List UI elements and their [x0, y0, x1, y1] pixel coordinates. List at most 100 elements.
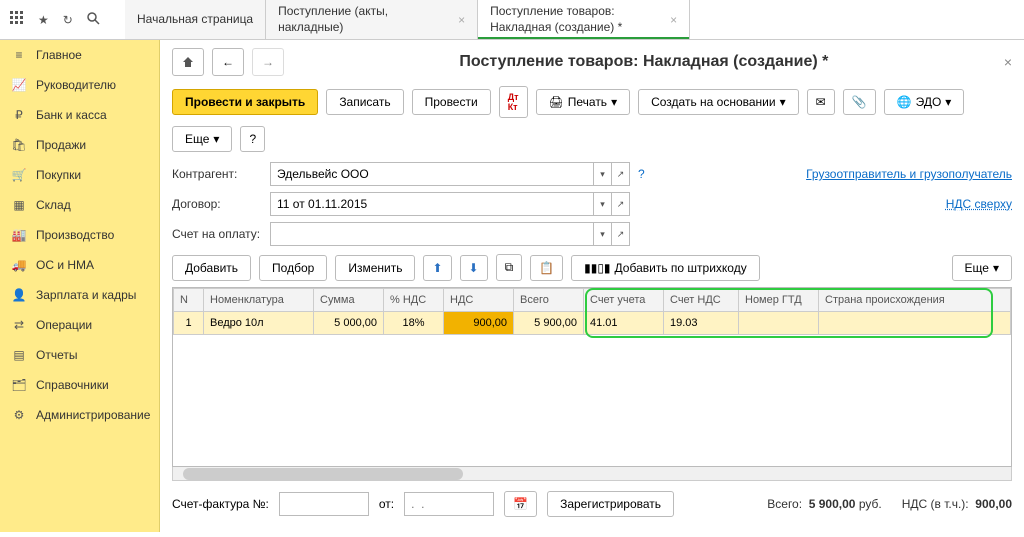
table-more-button[interactable]: Еще▾ [952, 255, 1012, 281]
sidebar-item-payroll[interactable]: 👤Зарплата и кадры [0, 280, 159, 310]
invoice-input[interactable] [271, 227, 593, 241]
col-n[interactable]: N [174, 289, 204, 312]
sidebar-item-production[interactable]: 🏭Производство [0, 220, 159, 250]
vat-value: 900,00 [975, 497, 1012, 511]
dropdown-button[interactable]: ▾ [593, 193, 611, 215]
post-and-close-button[interactable]: Провести и закрыть [172, 89, 318, 115]
tab-label: Поступление (акты, накладные) [278, 4, 448, 35]
pick-button[interactable]: Подбор [259, 255, 327, 281]
help-link[interactable]: ? [638, 167, 645, 181]
person-icon: 👤 [12, 288, 26, 302]
create-based-on-button[interactable]: Создать на основании▾ [638, 89, 799, 115]
sidebar-item-purchases[interactable]: 🛒Покупки [0, 160, 159, 190]
col-country[interactable]: Страна происхождения [819, 289, 1011, 312]
sidebar-item-operations[interactable]: ⇄Операции [0, 310, 159, 340]
star-icon[interactable]: ★ [38, 13, 49, 27]
chevron-down-icon: ▾ [611, 95, 617, 109]
forward-button[interactable]: → [252, 48, 284, 76]
dk-button[interactable]: ДтКт [499, 86, 528, 118]
col-sum[interactable]: Сумма [314, 289, 384, 312]
change-button[interactable]: Изменить [335, 255, 415, 281]
cell-n[interactable]: 1 [174, 312, 204, 335]
sidebar-item-label: Главное [36, 48, 82, 62]
counterparty-input[interactable] [271, 167, 593, 181]
sidebar-item-reference[interactable]: 🗂 Справочники [0, 370, 159, 400]
copy-button[interactable]: ⧉ [496, 254, 523, 281]
chevron-down-icon: ▾ [945, 95, 951, 109]
open-button[interactable]: ↗ [611, 223, 629, 245]
edo-button[interactable]: 🌐ЭДО▾ [884, 89, 965, 115]
col-gtd[interactable]: Номер ГТД [739, 289, 819, 312]
sidebar-item-manager[interactable]: 📈Руководителю [0, 70, 159, 100]
apps-icon[interactable] [10, 11, 24, 28]
attach-button[interactable]: 📎 [843, 89, 876, 115]
cell-acct[interactable]: 41.01 [584, 312, 664, 335]
sidebar-item-main[interactable]: ≡Главное [0, 40, 159, 70]
barcode-button[interactable]: ▮▮▯▮Добавить по штрихкоду [571, 255, 760, 281]
vat-label: НДС (в т.ч.): [902, 497, 969, 511]
col-vatrate[interactable]: % НДС [384, 289, 444, 312]
open-button[interactable]: ↗ [611, 163, 629, 185]
cell-country[interactable] [819, 312, 1011, 335]
cell-vatrate[interactable]: 18% [384, 312, 444, 335]
cell-gtd[interactable] [739, 312, 819, 335]
close-icon[interactable]: × [670, 13, 677, 27]
arrow-up-icon: ⬆ [432, 261, 442, 275]
folder-icon: 🗂 [12, 378, 26, 392]
doc-close-button[interactable]: × [1004, 54, 1012, 70]
col-item[interactable]: Номенклатура [204, 289, 314, 312]
sidebar-item-label: Отчеты [36, 348, 77, 362]
sidebar-item-fixed[interactable]: 🚚ОС и НМА [0, 250, 159, 280]
register-button[interactable]: Зарегистрировать [547, 491, 674, 517]
tab-document[interactable]: Поступление товаров: Накладная (создание… [478, 0, 690, 39]
sidebar-item-warehouse[interactable]: ▦Склад [0, 190, 159, 220]
vat-link[interactable]: НДС сверху [946, 197, 1012, 211]
report-icon: ▤ [12, 348, 26, 362]
sidebar-item-admin[interactable]: ⚙Администрирование [0, 400, 159, 430]
close-icon[interactable]: × [458, 13, 465, 27]
calendar-button[interactable]: 📅 [504, 491, 537, 517]
print-button[interactable]: 🖨Печать▾ [536, 89, 631, 115]
horizontal-scrollbar[interactable] [172, 467, 1012, 481]
sidebar-item-sales[interactable]: 🛍Продажи [0, 130, 159, 160]
cell-total[interactable]: 5 900,00 [514, 312, 584, 335]
tab-start[interactable]: Начальная страница [125, 0, 266, 39]
table-header-row: N Номенклатура Сумма % НДС НДС Всего Сче… [174, 289, 1011, 312]
paste-button[interactable]: 📋 [530, 255, 563, 281]
cell-vatacct[interactable]: 19.03 [664, 312, 739, 335]
post-button[interactable]: Провести [412, 89, 491, 115]
mail-button[interactable]: ✉ [807, 89, 835, 115]
cell-sum[interactable]: 5 000,00 [314, 312, 384, 335]
col-vat[interactable]: НДС [444, 289, 514, 312]
dropdown-button[interactable]: ▾ [593, 163, 611, 185]
bag-icon: 🛍 [12, 138, 26, 152]
search-icon[interactable] [87, 12, 100, 28]
shipper-link[interactable]: Грузоотправитель и грузополучатель [806, 167, 1012, 181]
dropdown-button[interactable]: ▾ [593, 223, 611, 245]
table-row[interactable]: 1 Ведро 10л 5 000,00 18% 900,00 5 900,00… [174, 312, 1011, 335]
contract-input[interactable] [271, 197, 593, 211]
add-row-button[interactable]: Добавить [172, 255, 251, 281]
cell-item[interactable]: Ведро 10л [204, 312, 314, 335]
sidebar-item-reports[interactable]: ▤ Отчеты [0, 340, 159, 370]
sidebar-item-bank[interactable]: ₽Банк и касса [0, 100, 159, 130]
back-button[interactable]: ← [212, 48, 244, 76]
write-button[interactable]: Записать [326, 89, 403, 115]
history-icon[interactable]: ↻ [63, 13, 73, 27]
gear-icon: ⚙ [12, 408, 26, 422]
invoice-no-input[interactable] [279, 492, 369, 516]
tab-receipts[interactable]: Поступление (акты, накладные) × [266, 0, 478, 39]
open-button[interactable]: ↗ [611, 193, 629, 215]
scrollbar-thumb[interactable] [183, 468, 463, 480]
sidebar-item-label: Справочники [36, 378, 109, 392]
invoice-date-input[interactable] [404, 492, 494, 516]
cell-vat[interactable]: 900,00 [444, 312, 514, 335]
col-acct[interactable]: Счет учета [584, 289, 664, 312]
more-button[interactable]: Еще▾ [172, 126, 232, 152]
move-down-button[interactable]: ⬇ [460, 255, 488, 281]
home-button[interactable] [172, 48, 204, 76]
help-button[interactable]: ? [240, 126, 265, 152]
col-total[interactable]: Всего [514, 289, 584, 312]
col-vatacct[interactable]: Счет НДС [664, 289, 739, 312]
move-up-button[interactable]: ⬆ [423, 255, 451, 281]
